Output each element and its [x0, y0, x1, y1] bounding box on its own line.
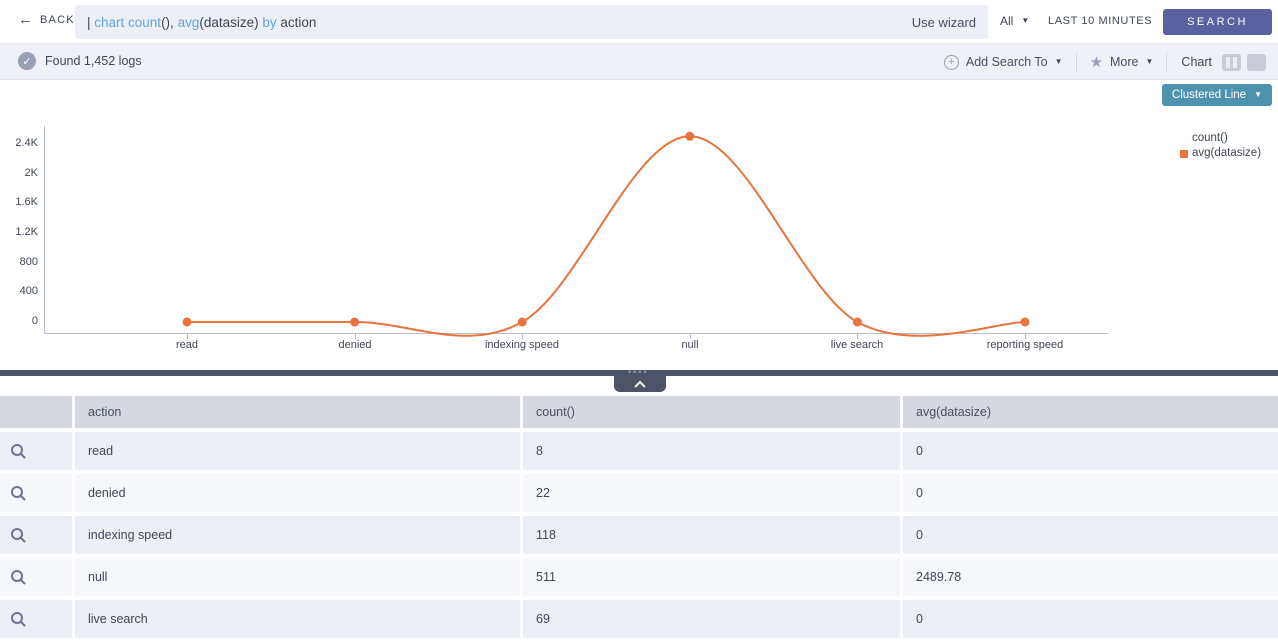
header-cell-empty	[0, 396, 72, 428]
y-axis-tick: 0	[0, 315, 38, 327]
add-search-to-dropdown[interactable]: + Add Search To ▼	[931, 55, 1076, 70]
table-row[interactable]: read 8 0	[0, 432, 1278, 470]
cell-count: 22	[523, 474, 900, 512]
search-row-icon[interactable]	[10, 527, 27, 544]
data-point[interactable]	[685, 132, 694, 141]
cell-avg: 2489.78	[903, 558, 1278, 596]
results-table: action count() avg(datasize) read 8 0 de…	[0, 396, 1278, 642]
chevron-down-icon: ▼	[1254, 91, 1262, 99]
search-row-icon[interactable]	[10, 485, 27, 502]
cell-action: read	[75, 432, 520, 470]
search-query-input[interactable]: | chart count(), avg(datasize) by action…	[75, 5, 988, 39]
x-axis-label: indexing speed	[452, 339, 592, 351]
cell-count: 69	[523, 600, 900, 638]
query-text: | chart count(), avg(datasize) by action	[87, 15, 912, 30]
drag-dots-icon: ••••	[628, 369, 649, 375]
y-axis-tick: 1.6K	[0, 196, 38, 208]
log-search-app: ← BACK | chart count(), avg(datasize) by…	[0, 0, 1278, 642]
chart-view-icon[interactable]	[1222, 54, 1241, 71]
back-label: BACK	[40, 14, 75, 26]
y-axis-tick: 800	[0, 256, 38, 268]
more-dropdown[interactable]: ★ More ▼	[1077, 55, 1167, 70]
chart-legend: count() avg(datasize)	[1180, 131, 1261, 161]
chevron-down-icon: ▼	[1055, 58, 1063, 66]
x-axis-label: reporting speed	[955, 339, 1095, 351]
search-row-icon[interactable]	[10, 611, 27, 628]
scope-dropdown[interactable]: All ▼	[1000, 14, 1029, 28]
use-wizard-link[interactable]: Use wizard	[912, 15, 976, 30]
cell-action: denied	[75, 474, 520, 512]
cell-action: live search	[75, 600, 520, 638]
y-axis-tick: 1.2K	[0, 226, 38, 238]
star-icon: ★	[1090, 55, 1103, 70]
x-axis-label: denied	[285, 339, 425, 351]
chevron-down-icon: ▼	[1021, 17, 1029, 25]
data-points	[183, 132, 1030, 327]
cell-action: null	[75, 558, 520, 596]
legend-item-count[interactable]: count()	[1180, 131, 1261, 146]
header-cell-action: action	[75, 396, 520, 428]
search-row-icon[interactable]	[10, 569, 27, 586]
legend-item-avg-datasize[interactable]: avg(datasize)	[1180, 146, 1261, 161]
check-circle-icon: ✓	[18, 52, 36, 70]
cell-avg: 0	[903, 474, 1278, 512]
back-arrow-icon: ←	[18, 12, 33, 27]
data-point[interactable]	[518, 318, 527, 327]
legend-swatch-orange-icon	[1180, 150, 1188, 158]
data-point[interactable]	[183, 318, 192, 327]
view-toggle-group: Chart	[1167, 54, 1270, 71]
y-axis-tick: 400	[0, 285, 38, 297]
chevron-down-icon: ▼	[1146, 58, 1154, 66]
avg-datasize-line	[187, 136, 1025, 335]
table-row[interactable]: indexing speed 118 0	[0, 516, 1278, 554]
cell-count: 8	[523, 432, 900, 470]
table-header-row: action count() avg(datasize)	[0, 396, 1278, 428]
table-row[interactable]: live search 69 0	[0, 600, 1278, 638]
chart-view-label: Chart	[1181, 55, 1212, 69]
plus-circle-icon: +	[944, 55, 959, 70]
x-axis-label: null	[620, 339, 760, 351]
chart-plot-svg	[0, 80, 1278, 370]
data-point[interactable]	[853, 318, 862, 327]
chevron-up-icon	[633, 380, 647, 389]
cell-avg: 0	[903, 600, 1278, 638]
cell-avg: 0	[903, 516, 1278, 554]
cell-avg: 0	[903, 432, 1278, 470]
collapse-panel-button[interactable]	[614, 376, 666, 392]
time-range-dropdown[interactable]: LAST 10 MINUTES ▼	[1048, 15, 1169, 27]
grid-view-icon[interactable]	[1247, 54, 1266, 71]
header-cell-avg: avg(datasize)	[903, 396, 1278, 428]
table-row[interactable]: null 511 2489.78	[0, 558, 1278, 596]
x-axis-label: live search	[787, 339, 927, 351]
back-button[interactable]: ← BACK	[18, 12, 75, 27]
cell-count: 118	[523, 516, 900, 554]
found-status: ✓ Found 1,452 logs	[18, 52, 142, 70]
status-bar: ✓ Found 1,452 logs + Add Search To ▼ ★ M…	[0, 44, 1278, 80]
chart-panel: Clustered Line ▼ count() avg(datasize) 2…	[0, 80, 1278, 370]
y-axis-tick: 2.4K	[0, 137, 38, 149]
search-row-icon[interactable]	[10, 443, 27, 460]
found-label: Found 1,452 logs	[45, 54, 142, 68]
cell-count: 511	[523, 558, 900, 596]
legend-swatch-hidden	[1180, 135, 1188, 143]
header-cell-count: count()	[523, 396, 900, 428]
y-axis-tick: 2K	[0, 167, 38, 179]
x-axis-label: read	[117, 339, 257, 351]
search-button[interactable]: SEARCH	[1163, 9, 1272, 35]
table-row[interactable]: denied 22 0	[0, 474, 1278, 512]
cell-action: indexing speed	[75, 516, 520, 554]
data-point[interactable]	[350, 318, 359, 327]
top-bar: ← BACK | chart count(), avg(datasize) by…	[0, 0, 1278, 44]
data-point[interactable]	[1021, 318, 1030, 327]
chart-type-dropdown[interactable]: Clustered Line ▼	[1162, 84, 1272, 106]
